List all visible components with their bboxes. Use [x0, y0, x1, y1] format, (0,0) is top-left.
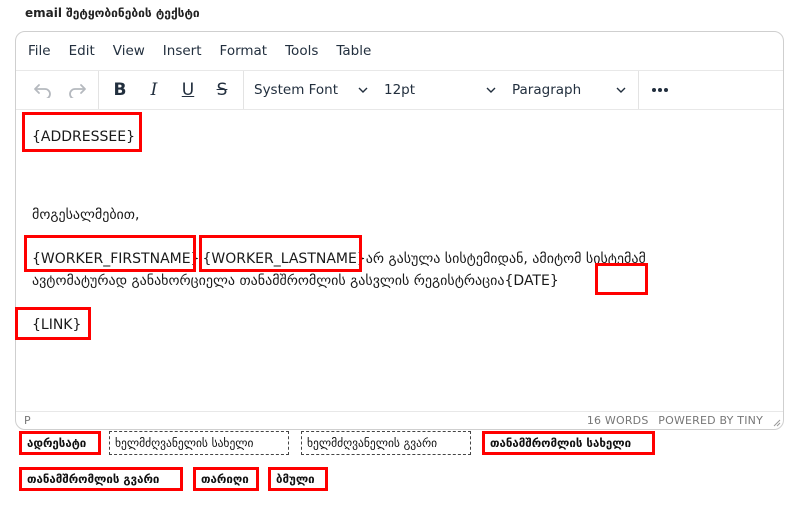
chevron-down-icon: [358, 87, 368, 93]
block-format-select[interactable]: Paragraph: [504, 75, 634, 105]
format-group: B I U S: [99, 71, 244, 109]
menu-edit[interactable]: Edit: [60, 36, 104, 66]
body-line-2-text: ავტომატურად განახორციელა თანამშრომლის გა…: [32, 273, 505, 289]
element-path[interactable]: P: [24, 414, 31, 427]
date-placeholder: {DATE}: [504, 273, 559, 289]
field-label: email შეტყობინების ტექსტი: [25, 6, 200, 20]
undo-button[interactable]: [26, 75, 60, 105]
redo-icon: [69, 84, 86, 98]
chevron-down-icon: [616, 87, 626, 93]
token-addressee[interactable]: ადრესატი: [19, 431, 101, 455]
menu-format[interactable]: Format: [211, 36, 277, 66]
token-manager-firstname[interactable]: ხელმძღვანელის სახელი: [109, 431, 289, 455]
body-line-1-text: არ გასულა სისტემიდან, ამიტომ სისტემამ: [365, 251, 646, 267]
token-link[interactable]: ბმული: [268, 467, 328, 491]
font-family-value: System Font: [254, 82, 339, 98]
bold-button[interactable]: B: [103, 75, 137, 105]
undo-icon: [34, 84, 51, 98]
block-format-value: Paragraph: [512, 82, 582, 98]
addressee-placeholder: {ADDRESSEE}: [32, 129, 135, 145]
worker-lastname-placeholder: {WORKER_LASTNAME}: [202, 251, 366, 267]
editor-content[interactable]: {ADDRESSEE} მოგესალმებით, {WORKER_FIRSTN…: [16, 110, 783, 412]
font-group: System Font 12pt Paragraph: [244, 71, 639, 109]
bold-icon: B: [113, 80, 127, 100]
more-group: [639, 71, 681, 109]
rich-text-editor: File Edit View Insert Format Tools Table: [15, 31, 784, 430]
statusbar: P 16 WORDS POWERED BY TINY: [16, 411, 783, 429]
statusbar-right: 16 WORDS POWERED BY TINY: [587, 414, 763, 427]
menu-table[interactable]: Table: [327, 36, 380, 66]
token-manager-lastname[interactable]: ხელმძღვანელის გვარი: [301, 431, 471, 455]
body-line-1: {WORKER_FIRSTNAME} {WORKER_LASTNAME}არ გა…: [32, 250, 646, 269]
token-worker-lastname[interactable]: თანამშრომლის გვარი: [19, 467, 183, 491]
more-icon: [652, 88, 668, 92]
strikethrough-button[interactable]: S: [205, 75, 239, 105]
strikethrough-icon: S: [216, 80, 228, 100]
body-line-2: ავტომატურად განახორციელა თანამშრომლის გა…: [32, 272, 559, 291]
underline-button[interactable]: U: [171, 75, 205, 105]
italic-button[interactable]: I: [137, 75, 171, 105]
more-button[interactable]: [643, 75, 677, 105]
font-family-select[interactable]: System Font: [246, 75, 376, 105]
menubar: File Edit View Insert Format Tools Table: [16, 32, 783, 70]
menu-file[interactable]: File: [19, 36, 60, 66]
resize-handle-icon[interactable]: [772, 418, 781, 427]
redo-button[interactable]: [60, 75, 94, 105]
chevron-down-icon: [486, 87, 496, 93]
menu-tools[interactable]: Tools: [276, 36, 327, 66]
history-group: [22, 71, 99, 109]
link-placeholder: {LINK}: [32, 317, 82, 333]
underline-icon: U: [181, 80, 195, 100]
italic-icon: I: [150, 80, 158, 100]
powered-by-link[interactable]: POWERED BY TINY: [658, 414, 763, 427]
word-count[interactable]: 16 WORDS: [587, 414, 649, 427]
font-size-value: 12pt: [384, 82, 416, 98]
menu-view[interactable]: View: [104, 36, 154, 66]
greeting-text: მოგესალმებით,: [32, 207, 140, 223]
toolbar: B I U S System Font 12pt Paragraph: [16, 70, 783, 110]
menu-insert[interactable]: Insert: [154, 36, 211, 66]
font-size-select[interactable]: 12pt: [376, 75, 504, 105]
token-date[interactable]: თარიღი: [193, 467, 259, 491]
token-worker-firstname[interactable]: თანამშრომლის სახელი: [482, 431, 655, 455]
worker-firstname-placeholder: {WORKER_FIRSTNAME}: [32, 251, 200, 267]
